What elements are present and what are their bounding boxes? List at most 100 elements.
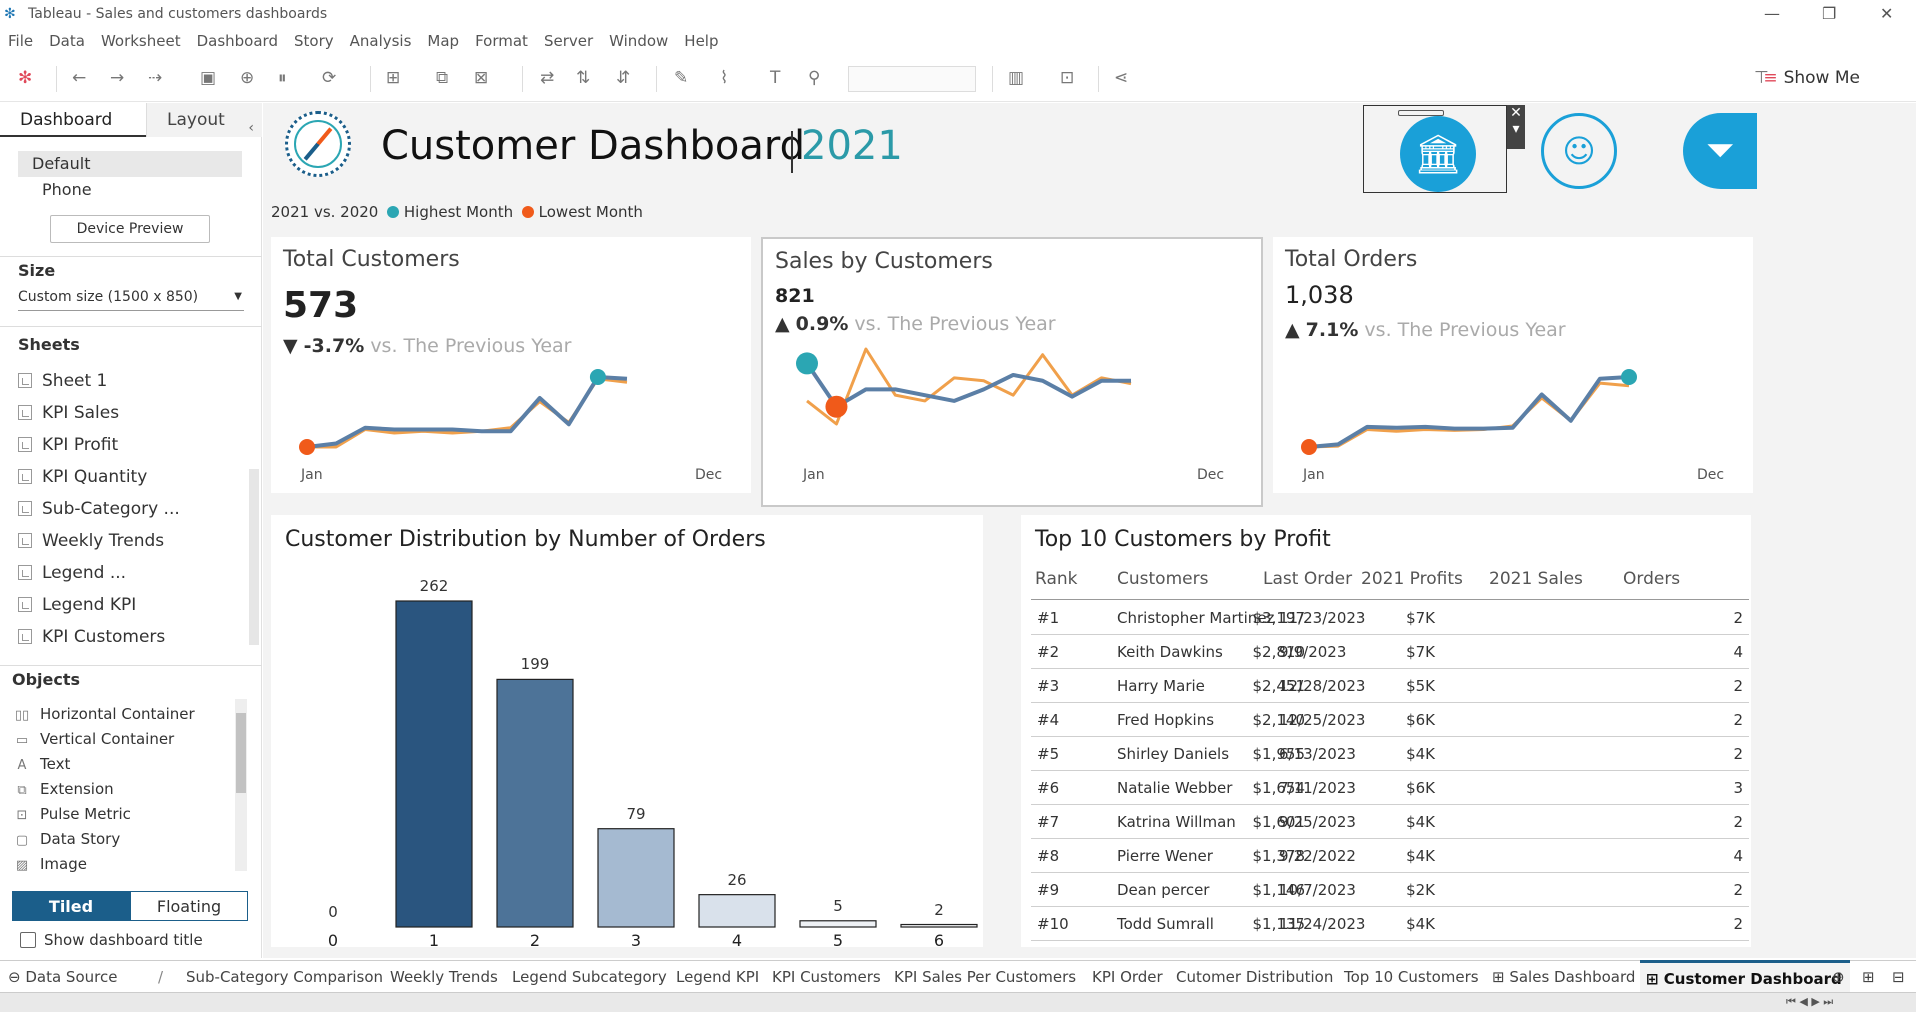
column-header-last-order[interactable]: Last Order <box>1263 569 1352 589</box>
tab-sales-dashboard[interactable]: ⊞ Sales Dashboard <box>1492 968 1635 986</box>
share-icon[interactable]: ⋖ <box>1114 67 1128 89</box>
menu-help[interactable]: Help <box>684 32 718 50</box>
device-default[interactable]: Default <box>18 151 242 177</box>
new-dashboard-tab-icon[interactable]: ⊞ <box>1862 968 1875 986</box>
close-object-icon[interactable]: ✕ ▾ <box>1507 105 1525 149</box>
sheet-item[interactable]: Weekly Trends <box>18 529 164 553</box>
menu-server[interactable]: Server <box>544 32 593 50</box>
menu-file[interactable]: File <box>8 32 33 50</box>
new-worksheet-icon[interactable]: ⊞ <box>386 67 400 89</box>
menu-window[interactable]: Window <box>609 32 668 50</box>
tiled-button[interactable]: Tiled <box>12 891 130 921</box>
restore-icon[interactable]: ❐ <box>1822 4 1836 23</box>
sheet-item[interactable]: KPI Customers <box>18 625 165 649</box>
tab-kpi-customers[interactable]: KPI Customers <box>772 968 881 986</box>
kpi-card-total-orders[interactable]: Total Orders 1,038 ▲ 7.1% vs. The Previo… <box>1273 237 1753 493</box>
pause-updates-icon[interactable]: ⏸ <box>278 67 287 89</box>
save-icon[interactable]: ▣ <box>200 67 216 89</box>
object-data-story[interactable]: ▢ Data Story <box>14 828 120 850</box>
column-header-rank[interactable]: Rank <box>1035 569 1077 589</box>
device-preview-button[interactable]: Device Preview <box>50 215 210 243</box>
clear-sheet-icon[interactable]: ⊠ <box>474 67 488 89</box>
sort-ascending-icon[interactable]: ⇅ <box>576 67 590 89</box>
customers-icon[interactable]: ☺ <box>1541 113 1617 189</box>
device-phone[interactable]: Phone <box>18 177 242 203</box>
column-header-orders[interactable]: Orders <box>1623 569 1680 589</box>
menu-data[interactable]: Data <box>49 32 85 50</box>
objects-scrollbar[interactable] <box>235 699 247 871</box>
sheet-item[interactable]: Sheet 1 <box>18 369 107 393</box>
kpi-card-total-customers[interactable]: Total Customers 573 ▼ -3.7% vs. The Prev… <box>271 237 751 493</box>
duplicate-sheet-icon[interactable]: ⧉ <box>436 67 448 89</box>
menu-analysis[interactable]: Analysis <box>350 32 412 50</box>
tab-top-10-customers[interactable]: Top 10 Customers <box>1344 968 1479 986</box>
tab-cutomer-distribution[interactable]: Cutomer Distribution <box>1176 968 1333 986</box>
table-row[interactable]: #2 Keith Dawkins 9/9/2023 $2,810 $7K 4 <box>1031 635 1749 669</box>
table-row[interactable]: #4 Fred Hopkins 12/25/2023 $2,140 $6K 2 <box>1031 703 1749 737</box>
bank-icon[interactable]: 🏛 <box>1400 116 1476 192</box>
object-horizontal-container[interactable]: ▯▯ Horizontal Container <box>14 703 195 725</box>
floating-button[interactable]: Floating <box>130 891 248 921</box>
sheet-item[interactable]: Legend KPI <box>18 593 136 617</box>
sheets-scrollbar[interactable] <box>249 469 259 645</box>
tab-legend-kpi[interactable]: Legend KPI <box>676 968 759 986</box>
tab-sub-category-comparison[interactable]: Sub-Category Comparison <box>186 968 383 986</box>
new-worksheet-tab-icon[interactable]: ⊕ <box>1832 968 1845 986</box>
size-select[interactable]: Custom size (1500 x 850) ▼ <box>18 289 244 311</box>
undo-icon[interactable]: ← <box>72 67 86 89</box>
sheet-item[interactable]: KPI Profit <box>18 433 118 457</box>
replace-data-icon[interactable]: ⇢ <box>148 67 162 89</box>
object-text[interactable]: A Text <box>14 753 71 775</box>
object-pulse-metric[interactable]: ⊡ Pulse Metric <box>14 803 131 825</box>
table-row[interactable]: #5 Shirley Daniels 6/13/2023 $1,955 $4K 2 <box>1031 737 1749 771</box>
close-window-icon[interactable]: ✕ <box>1880 4 1893 23</box>
minimize-icon[interactable]: — <box>1764 4 1780 23</box>
data-source-tab[interactable]: ⊖ Data Source <box>8 968 117 986</box>
table-row[interactable]: #1 Christopher Martinez 11/23/2023 $3,197 $7… <box>1031 601 1749 635</box>
column-header-sales[interactable]: 2021 Sales <box>1489 569 1583 589</box>
filter-icon[interactable]: ⏷ <box>1683 113 1757 189</box>
menu-format[interactable]: Format <box>475 32 528 50</box>
checkbox-icon[interactable] <box>20 932 36 948</box>
customer-distribution-chart[interactable]: Customer Distribution by Number of Order… <box>271 515 983 950</box>
tableau-home-icon[interactable]: ✻ <box>18 67 32 89</box>
attach-icon[interactable]: ⌇ <box>720 67 728 89</box>
tab-legend-subcategory[interactable]: Legend Subcategory <box>512 968 667 986</box>
presentation-icon[interactable]: ▥ <box>1008 67 1024 89</box>
top10-customers-table[interactable]: Top 10 Customers by Profit Rank Customer… <box>1021 515 1751 947</box>
sort-descending-icon[interactable]: ⇵ <box>616 67 630 89</box>
new-story-tab-icon[interactable]: ⊟ <box>1892 968 1905 986</box>
sheet-nav-icons[interactable]: ⏮ ◀ ▶ ⏭ <box>1786 995 1833 1009</box>
present-mode-icon[interactable]: ⊡ <box>1060 67 1074 89</box>
tab-dashboard[interactable]: Dashboard <box>0 103 146 137</box>
tab-kpi-order[interactable]: KPI Order <box>1092 968 1163 986</box>
table-row[interactable]: #8 Pierre Wener 9/22/2022 $1,378 $4K 4 <box>1031 839 1749 873</box>
menu-map[interactable]: Map <box>427 32 459 50</box>
refresh-icon[interactable]: ⟳ <box>322 67 336 89</box>
menu-worksheet[interactable]: Worksheet <box>101 32 181 50</box>
menu-dashboard[interactable]: Dashboard <box>197 32 278 50</box>
collapse-panel-icon[interactable]: ‹ <box>248 111 254 145</box>
tab-kpi-sales-per-customers[interactable]: KPI Sales Per Customers <box>894 968 1076 986</box>
table-row[interactable]: #10 Todd Sumrall 11/24/2023 $1,135 $4K 2 <box>1031 907 1749 941</box>
table-row[interactable]: #3 Harry Marie 12/28/2023 $2,451 $5K 2 <box>1031 669 1749 703</box>
object-image[interactable]: ▨ Image <box>14 853 87 875</box>
sheet-item[interactable]: Legend ... <box>18 561 126 585</box>
table-row[interactable]: #9 Dean percer 10/7/2023 $1,146 $2K 2 <box>1031 873 1749 907</box>
table-row[interactable]: #6 Natalie Webber 7/11/2023 $1,654 $6K 3 <box>1031 771 1749 805</box>
object-vertical-container[interactable]: ▭ Vertical Container <box>14 728 174 750</box>
swap-icon[interactable]: ⇄ <box>540 67 554 89</box>
table-row[interactable]: #7 Katrina Willman 9/25/2023 $1,601 $4K 2 <box>1031 805 1749 839</box>
new-data-source-icon[interactable]: ⊕ <box>240 67 254 89</box>
tab-weekly-trends[interactable]: Weekly Trends <box>390 968 498 986</box>
sheet-item[interactable]: KPI Sales <box>18 401 119 425</box>
tab-scroll-icon[interactable]: / <box>158 968 163 986</box>
kpi-card-sales-by-customers[interactable]: Sales by Customers 821 ▲ 0.9% vs. The Pr… <box>761 237 1263 507</box>
pin-icon[interactable]: ⚲ <box>808 67 820 89</box>
redo-icon[interactable]: → <box>110 67 124 89</box>
label-icon[interactable]: T <box>770 67 780 89</box>
selected-object-frame[interactable]: 🏛 <box>1363 105 1507 193</box>
sheet-item[interactable]: Sub-Category ... <box>18 497 180 521</box>
column-header-profits[interactable]: 2021 Profits <box>1361 569 1463 589</box>
highlight-icon[interactable]: ✎ <box>674 67 688 89</box>
